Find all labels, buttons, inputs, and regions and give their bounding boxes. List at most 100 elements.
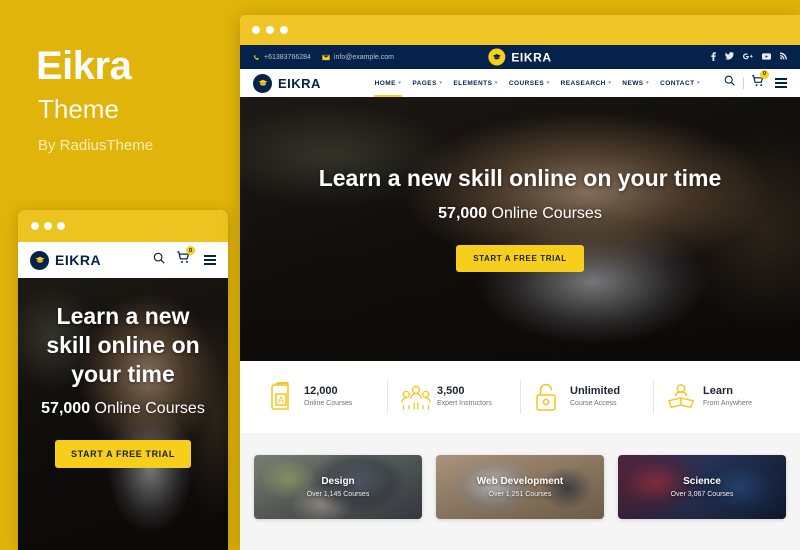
reader-icon [667, 382, 695, 412]
stat-expert-instructors: 3,500 Expert Instructors [387, 382, 520, 412]
stat-learn-anywhere: Learn From Anywhere [653, 382, 786, 412]
chevron-down-icon: ▾ [697, 80, 700, 86]
mobile-window-titlebar [18, 210, 228, 242]
nav-tools: 0 [723, 69, 787, 93]
nav-item-news[interactable]: NEWS ▾ [622, 69, 649, 97]
mobile-hero-stat: 57,000 Online Courses [41, 400, 205, 418]
chevron-down-icon: ▾ [546, 80, 550, 86]
nav-item-courses[interactable]: COURSES ▾ [509, 69, 550, 97]
stat-text: 3,500 Expert Instructors [437, 385, 492, 409]
google-plus-icon[interactable] [743, 52, 753, 62]
mobile-navbar: EIKRA 0 [18, 242, 228, 278]
mobile-nav-tools: 0 [152, 246, 216, 270]
stat-text: Unlimited Course Access [570, 385, 620, 409]
category-course-count: Over 1,145 Courses [306, 491, 370, 498]
desktop-hero-stat-number: 57,000 [438, 204, 488, 222]
topbar-center-brand[interactable]: EIKRA [488, 48, 552, 66]
chevron-down-icon: ▾ [398, 80, 402, 86]
category-title: Design [321, 476, 355, 487]
category-card-science[interactable]: Science Over 3,067 Courses [618, 455, 786, 519]
nav-item-home[interactable]: HOME ▾ [373, 69, 403, 97]
chevron-down-icon: ▾ [439, 80, 443, 86]
nav-item-pages[interactable]: PAGES ▾ [412, 69, 442, 97]
youtube-icon[interactable] [762, 52, 771, 62]
window-dot [280, 26, 288, 34]
stat-number: 12,000 [304, 385, 338, 398]
nav-item-contact[interactable]: CONTACT ▾ [660, 69, 700, 97]
mobile-brand-text: EIKRA [55, 252, 102, 268]
nav-menu: HOME ▾ PAGES ▾ ELEMENTS ▾ COURSES ▾ REAS… [373, 69, 787, 97]
mobile-hero-heading: Learn a new skill online on your time [46, 303, 200, 387]
nav-item-elements[interactable]: ELEMENTS ▾ [453, 69, 497, 97]
envelope-icon [322, 54, 330, 60]
window-dots [252, 26, 288, 34]
category-title: Web Development [476, 476, 564, 487]
chevron-down-icon: ▾ [608, 80, 612, 86]
nav-item-label: ELEMENTS [453, 79, 493, 87]
desktop-cta-button[interactable]: START A FREE TRIAL [456, 244, 584, 272]
cart-badge: 0 [760, 69, 769, 79]
phone-contact[interactable]: +61383766284 [253, 54, 311, 61]
desktop-brand-logo[interactable]: EIKRA [253, 73, 321, 93]
nav-item-label: CONTACT [660, 79, 695, 87]
nav-item-label: HOME [374, 79, 396, 87]
nav-divider [743, 77, 744, 89]
desktop-window-titlebar [240, 15, 800, 45]
contact-group: +61383766284 info@example.com [253, 54, 394, 61]
social-links [711, 51, 787, 63]
mobile-hero-stat-label: Online Courses [94, 399, 205, 417]
mobile-brand-logo[interactable]: EIKRA [30, 250, 102, 270]
topbar-brand-text: EIKRA [511, 50, 552, 64]
phone-icon [253, 54, 259, 60]
desktop-hero-stat-label: Online Courses [491, 204, 602, 222]
nav-item-label: PAGES [412, 79, 437, 87]
unlock-icon [534, 382, 560, 412]
category-card-design[interactable]: Design Over 1,145 Courses [254, 455, 422, 519]
stat-label: From Anywhere [703, 400, 753, 407]
graduation-cap-icon [253, 73, 272, 93]
cart-icon[interactable]: 0 [176, 246, 195, 270]
email-address: info@example.com [333, 53, 394, 61]
twitter-icon[interactable] [724, 52, 735, 62]
desktop-hero-heading: Learn a new skill online on your time [318, 165, 722, 191]
mobile-hero-stat-number: 57,000 [41, 399, 91, 417]
stat-online-courses: A 12,000 Online Courses [254, 381, 387, 412]
window-dot [266, 26, 274, 34]
cart-icon[interactable]: 0 [751, 69, 769, 93]
stat-number: 3,500 [437, 385, 465, 398]
book-icon: A [268, 381, 294, 412]
facebook-icon[interactable] [711, 51, 716, 63]
window-dot [57, 222, 65, 230]
mobile-cta-button[interactable]: START A FREE TRIAL [55, 439, 191, 468]
main-navbar: EIKRA HOME ▾ PAGES ▾ ELEMENTS ▾ COURSES … [240, 69, 800, 97]
desktop-hero: Learn a new skill online on your time 57… [240, 97, 800, 361]
hamburger-icon[interactable] [775, 78, 787, 88]
desktop-hero-stat: 57,000 Online Courses [438, 205, 602, 223]
window-dot [31, 222, 39, 230]
category-course-count: Over 1,251 Courses [488, 491, 552, 498]
category-cards-section: Design Over 1,145 Courses Web Developmen… [240, 433, 800, 550]
cart-badge: 0 [186, 246, 195, 255]
svg-text:A: A [278, 395, 284, 405]
email-contact[interactable]: info@example.com [322, 54, 394, 61]
promo-title: Eikra [36, 44, 132, 88]
category-title: Science [683, 476, 721, 487]
stat-text: Learn From Anywhere [703, 385, 752, 409]
window-dot [44, 222, 52, 230]
rss-icon[interactable] [780, 52, 787, 62]
instructors-icon [401, 382, 431, 412]
hamburger-icon[interactable] [204, 255, 216, 265]
nav-item-reasearch[interactable]: REASEARCH ▾ [561, 69, 612, 97]
stat-label: Course Access [570, 400, 617, 407]
promo-author: By RadiusTheme [38, 137, 154, 154]
stat-course-access: Unlimited Course Access [520, 382, 653, 412]
stats-strip: A 12,000 Online Courses 3,500 Expert Ins… [240, 361, 800, 433]
stat-number: Unlimited [570, 385, 621, 398]
category-card-web-development[interactable]: Web Development Over 1,251 Courses [436, 455, 604, 519]
window-dot [252, 26, 260, 34]
category-course-count: Over 3,067 Courses [670, 491, 734, 498]
window-dots [31, 222, 65, 230]
search-icon[interactable] [152, 251, 166, 270]
search-icon[interactable] [723, 74, 736, 92]
nav-item-label: REASEARCH [560, 79, 606, 87]
